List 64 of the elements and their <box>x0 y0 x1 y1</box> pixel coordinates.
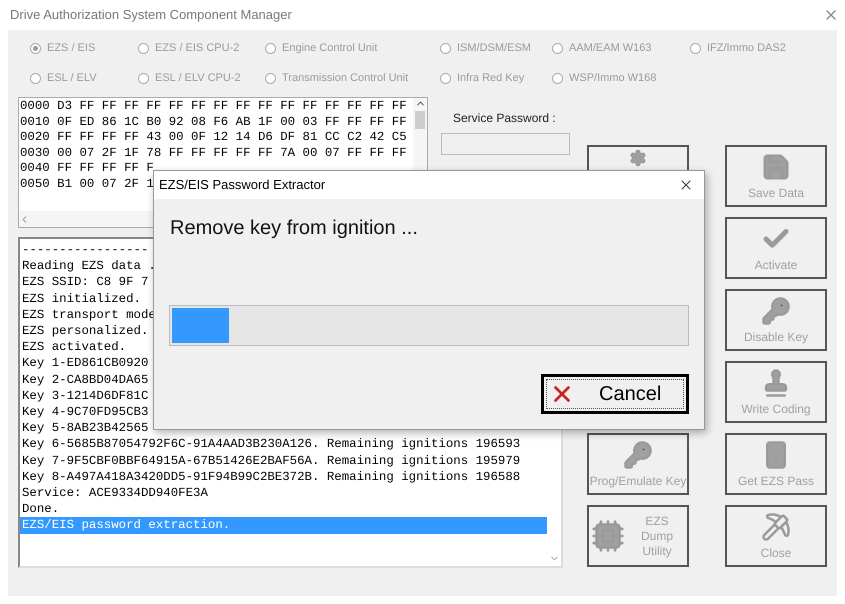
radio-button[interactable] <box>690 42 701 54</box>
hex-line: 0040 FF FF FF FF F <box>20 161 154 176</box>
radio-option[interactable]: ESL / ELV <box>30 68 138 88</box>
log-line: EZS initialized. <box>21 290 142 307</box>
hex-line: 0050 B1 00 07 2F 1 <box>20 176 154 192</box>
tool-button[interactable]: Disable Key <box>725 289 827 351</box>
window-title: Drive Authorization System Component Manager <box>10 6 292 24</box>
radio-option[interactable]: Engine Control Unit <box>265 38 440 58</box>
log-line: Reading EZS data . <box>21 258 157 274</box>
service-password-label: Service Password : <box>453 110 557 127</box>
key-icon <box>761 296 791 326</box>
radio-button[interactable] <box>138 72 149 84</box>
radio-option[interactable]: EZS / EIS CPU-2 <box>138 38 265 58</box>
hex-line: 0030 00 07 2F 1F 78 FF FF FF FF FF 7A 00 07 FF FF FF <box>20 146 407 161</box>
tool-button[interactable]: Prog/Emulate Key <box>587 433 689 495</box>
log-line: EZS activated. <box>21 339 128 356</box>
log-line: ----------------- <box>21 242 150 258</box>
log-line: Key 8-A497A418A3420DD5-91F94B99C2BE372B. Remaining ignitions 196588 <box>21 468 522 486</box>
service-password-field[interactable] <box>441 133 570 155</box>
radio-button[interactable] <box>30 42 41 54</box>
save-icon <box>761 152 791 182</box>
radio-option[interactable]: IFZ/Immo DAS2 <box>690 38 827 58</box>
cancel-button[interactable]: Cancel <box>541 374 689 414</box>
log-line: Service: ACE9334DD940FE3A <box>21 485 209 502</box>
radio-option[interactable]: Transmission Control Unit <box>265 68 440 88</box>
tool-button[interactable]: Save Data <box>725 145 827 207</box>
log-line: Done. <box>21 501 60 518</box>
log-line: Key 1-ED861CB0920 <box>21 355 150 372</box>
hex-line: 0020 FF FF FF FF 43 00 0F 12 14 D6 DF 81 CC C2 42 C5 <box>20 130 407 146</box>
log-line: EZS SSID: C8 9F 7 <box>21 274 150 291</box>
radio-option[interactable]: WSP/Immo W168 <box>552 68 690 88</box>
log-line: Key 5-8AB23B42565 <box>21 420 150 436</box>
radio-button[interactable] <box>440 72 451 84</box>
radio-button[interactable] <box>552 72 563 84</box>
radio-button[interactable] <box>265 72 276 84</box>
tool-button[interactable]: Write Coding <box>725 361 827 423</box>
tool-button[interactable]: Activate <box>725 217 827 279</box>
tool-button[interactable]: Close <box>725 505 827 567</box>
radio-option[interactable]: Infra Red Key <box>440 68 552 88</box>
radio-option[interactable]: EZS / EIS <box>30 38 138 58</box>
log-line: Key 3-1214D6DF81C <box>21 388 150 404</box>
log-line: Key 2-CA8BD04DA65 <box>21 372 150 388</box>
key-icon <box>623 440 653 470</box>
radio-button[interactable] <box>30 72 41 84</box>
scroll-thumb[interactable] <box>415 111 425 129</box>
tool-button[interactable]: Get EZS Pass <box>725 433 827 495</box>
dialog-message: Remove key from ignition ... <box>170 216 418 241</box>
log-line: Key 7-9F5CBF0BBF64915A-67B51426E2BAF56A. Remaining ignitions 195979 <box>21 452 522 469</box>
dialog-title: EZS/EIS Password Extractor <box>159 176 326 194</box>
pickaxe-icon <box>761 512 791 542</box>
log-line: Key 4-9C70FD95CB3 <box>21 404 150 420</box>
hex-line: 0000 D3 FF FF FF FF FF FF FF FF FF FF FF FF FF FF FF <box>20 99 407 114</box>
radio-button[interactable] <box>138 42 149 54</box>
radio-option[interactable]: ISM/DSM/ESM <box>440 38 552 58</box>
radio-option[interactable]: ESL / ELV CPU-2 <box>138 68 265 88</box>
log-line: Key 6-5685B87054792F6C-91A4AAD3B230A126. Remaining ignitions 196593 <box>21 436 522 453</box>
radio-button[interactable] <box>265 42 276 54</box>
radio-button[interactable] <box>552 42 563 54</box>
tool-button[interactable]: EZS Dump Utility <box>587 505 689 567</box>
radio-option[interactable]: AAM/EAM W163 <box>552 38 690 58</box>
gear-icon <box>629 149 647 167</box>
log-line: EZS personalized. <box>21 323 150 340</box>
hex-line: 0010 0F ED 86 1C B0 92 08 F6 AB 1F 00 03 FF FF FF FF <box>20 114 407 130</box>
radio-button[interactable] <box>440 42 451 54</box>
